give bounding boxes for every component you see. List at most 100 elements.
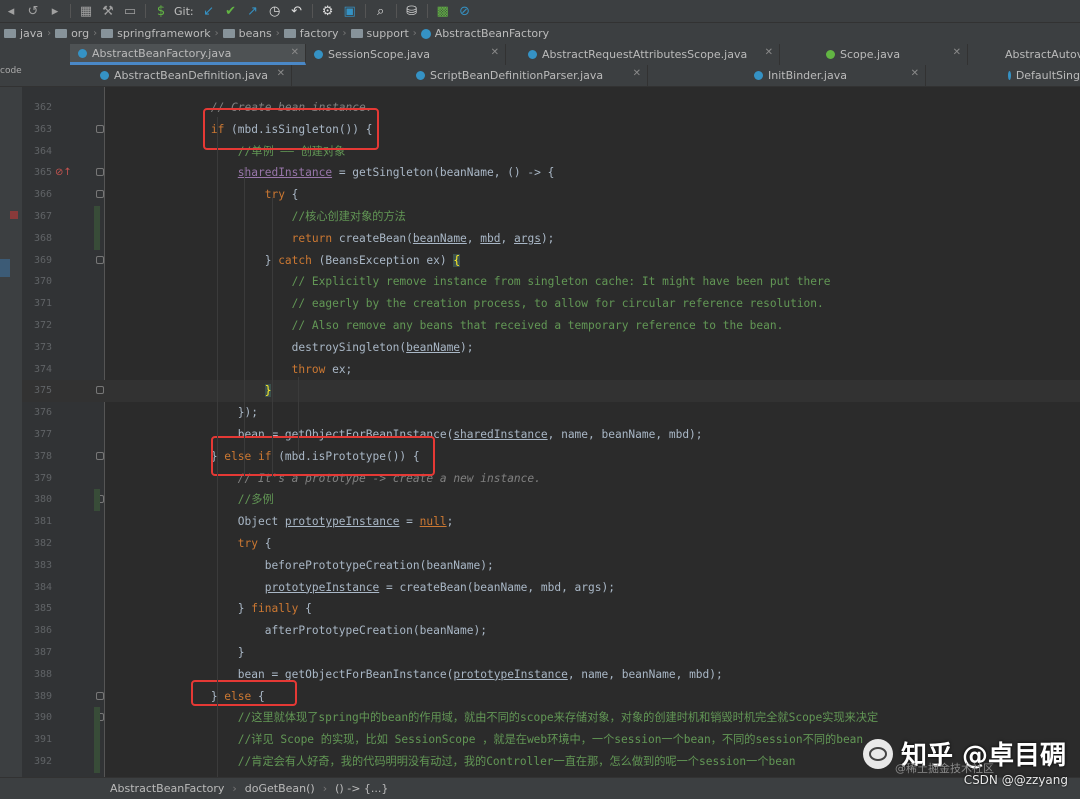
code-line[interactable]: 384 prototypeInstance = createBean(beanN… <box>22 577 1080 599</box>
build-icon[interactable]: ▸ <box>44 0 66 22</box>
line-number[interactable]: 386 <box>22 620 52 642</box>
wrench-icon[interactable]: ⚙ <box>317 0 339 22</box>
breadcrumb-java[interactable]: java <box>0 27 47 40</box>
line-number[interactable]: 376 <box>22 402 52 424</box>
tab-sessionscope[interactable]: SessionScope.java ✕ <box>306 44 506 65</box>
line-number[interactable]: 365 <box>22 162 52 184</box>
tab-abstractrequestattributesscope[interactable]: AbstractRequestAttributesScope.java ✕ <box>520 44 780 65</box>
rollback-icon[interactable]: ↶ <box>286 0 308 22</box>
line-number[interactable]: 391 <box>22 729 52 751</box>
line-number[interactable]: 372 <box>22 315 52 337</box>
line-number[interactable]: 392 <box>22 751 52 773</box>
code-text[interactable]: try { <box>130 533 1080 555</box>
breadcrumb-springframework[interactable]: springframework <box>97 27 214 40</box>
code-line[interactable]: 362 // Create bean instance. <box>22 97 1080 119</box>
line-number[interactable]: 367 <box>22 206 52 228</box>
line-number[interactable]: 388 <box>22 664 52 686</box>
code-line[interactable]: 368 return createBean(beanName, mbd, arg… <box>22 227 1080 250</box>
breadcrumb-support[interactable]: support <box>347 27 413 40</box>
history-icon[interactable]: ◷ <box>264 0 286 22</box>
layout-icon[interactable]: ▭ <box>119 0 141 22</box>
code-text[interactable]: prototypeInstance = createBean(beanName,… <box>130 577 1080 599</box>
line-number[interactable]: 374 <box>22 359 52 381</box>
code-text[interactable]: } <box>130 642 1080 664</box>
code-line[interactable]: 374 throw ex; <box>22 359 1080 381</box>
line-number[interactable]: 373 <box>22 337 52 359</box>
line-number[interactable]: 385 <box>22 598 52 620</box>
close-icon[interactable]: ✕ <box>911 68 919 79</box>
code-line[interactable]: 375 } <box>22 380 1080 403</box>
tab-abstractbeandefinition[interactable]: AbstractBeanDefinition.java ✕ <box>92 65 292 86</box>
fold-marker-icon[interactable] <box>96 190 104 199</box>
breadcrumb-org[interactable]: org <box>51 27 93 40</box>
tab-scope[interactable]: Scope.java ✕ <box>818 44 968 65</box>
line-number[interactable]: 369 <box>22 250 52 272</box>
code-text[interactable]: //这里就体现了spring中的bean的作用域，就由不同的scope来存储对象… <box>130 707 1080 729</box>
search-icon[interactable]: ⌕ <box>370 0 392 22</box>
breadcrumb-class[interactable]: AbstractBeanFactory <box>417 27 553 40</box>
breadcrumb-beans[interactable]: beans <box>219 27 276 40</box>
code-line[interactable]: 379 // It's a prototype -> create a new … <box>22 468 1080 490</box>
tools-icon[interactable]: ⚒ <box>97 0 119 22</box>
line-number[interactable]: 390 <box>22 707 52 729</box>
code-line[interactable]: 390 //这里就体现了spring中的bean的作用域，就由不同的scope来… <box>22 707 1080 730</box>
close-icon[interactable]: ✕ <box>277 68 285 79</box>
line-number[interactable]: 381 <box>22 511 52 533</box>
code-line[interactable]: 372 // Also remove any beans that receiv… <box>22 315 1080 337</box>
code-text[interactable]: } finally { <box>130 598 1080 620</box>
line-number[interactable]: 363 <box>22 119 52 141</box>
code-text[interactable]: //多例 <box>130 489 1080 511</box>
code-line[interactable]: 364 //单例 —— 创建对象 <box>22 141 1080 163</box>
vcs-icon[interactable]: ▩ <box>432 0 454 22</box>
code-line[interactable]: 366 try { <box>22 184 1080 206</box>
close-icon[interactable]: ✕ <box>491 47 499 58</box>
code-text[interactable]: afterPrototypeCreation(beanName); <box>130 620 1080 642</box>
line-number[interactable]: 387 <box>22 642 52 664</box>
code-line[interactable]: 388 bean = getObjectForBeanInstance(prot… <box>22 664 1080 686</box>
database-icon[interactable]: ⛁ <box>401 0 423 22</box>
no-entry-icon[interactable]: ⊘ <box>454 0 476 22</box>
code-line[interactable]: 385 } finally { <box>22 598 1080 620</box>
tab-scriptbeandefinitionparser[interactable]: ScriptBeanDefinitionParser.java ✕ <box>408 65 648 86</box>
undo-icon[interactable]: ◂ <box>0 0 22 22</box>
code-line[interactable]: 386 afterPrototypeCreation(beanName); <box>22 620 1080 642</box>
code-line[interactable]: 389 } else { <box>22 686 1080 708</box>
code-line[interactable]: 381 Object prototypeInstance = null; <box>22 511 1080 533</box>
line-number[interactable]: 366 <box>22 184 52 206</box>
tab-abstractautowire[interactable]: AbstractAutov <box>992 44 1080 65</box>
line-number[interactable]: 380 <box>22 489 52 511</box>
tab-abstractbeanfactory[interactable]: AbstractBeanFactory.java ✕ <box>70 44 306 65</box>
code-text[interactable]: beforePrototypeCreation(beanName); <box>130 555 1080 577</box>
code-line[interactable]: 363 if (mbd.isSingleton()) { <box>22 119 1080 141</box>
line-number[interactable]: 383 <box>22 555 52 577</box>
code-line[interactable]: 373 destroySingleton(beanName); <box>22 337 1080 359</box>
git-update-icon[interactable]: ↙ <box>198 0 220 22</box>
line-number[interactable]: 364 <box>22 141 52 163</box>
redo-icon[interactable]: ↺ <box>22 0 44 22</box>
code-text[interactable]: sharedInstance = getSingleton(beanName, … <box>130 162 1080 184</box>
line-number[interactable]: 379 <box>22 468 52 490</box>
project-structure-icon[interactable]: ▣ <box>339 0 361 22</box>
code-line[interactable]: 382 try { <box>22 533 1080 555</box>
code-line[interactable]: 378 } else if (mbd.isPrototype()) { <box>22 446 1080 468</box>
status-method[interactable]: doGetBean() <box>237 782 323 795</box>
close-icon[interactable]: ✕ <box>633 68 641 79</box>
fold-marker-icon[interactable] <box>96 124 104 133</box>
fold-marker-icon[interactable] <box>96 691 104 700</box>
fold-marker-icon[interactable] <box>96 255 104 264</box>
run-config-icon[interactable]: ▦ <box>75 0 97 22</box>
lambda-breakpoint-icon[interactable]: ⊘↑ <box>55 167 72 178</box>
code-line[interactable]: 383 beforePrototypeCreation(beanName); <box>22 555 1080 577</box>
fold-marker-icon[interactable] <box>96 386 104 395</box>
code-line[interactable]: 377 bean = getObjectForBeanInstance(shar… <box>22 424 1080 446</box>
line-number[interactable]: 371 <box>22 293 52 315</box>
fold-marker-icon[interactable] <box>96 168 104 177</box>
code-editor[interactable]: 362 // Create bean instance.363 if (mbd.… <box>22 87 1080 777</box>
close-icon[interactable]: ✕ <box>953 47 961 58</box>
line-number[interactable]: 384 <box>22 577 52 599</box>
git-push-icon[interactable]: ↗ <box>242 0 264 22</box>
line-number[interactable]: 378 <box>22 446 52 468</box>
code-line[interactable]: 370 // Explicitly remove instance from s… <box>22 271 1080 293</box>
code-line[interactable]: 371 // eagerly by the creation process, … <box>22 293 1080 315</box>
breadcrumb-factory[interactable]: factory <box>280 27 343 40</box>
